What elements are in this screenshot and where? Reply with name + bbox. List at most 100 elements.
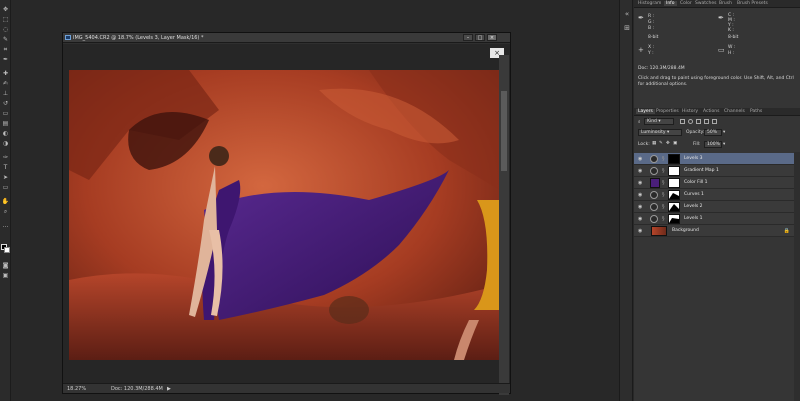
visibility-eye-icon[interactable]: ◉: [638, 216, 644, 222]
hand-tool-icon[interactable]: ✋: [2, 198, 9, 205]
layer-name[interactable]: Color Fill 1: [684, 180, 707, 185]
layer-name[interactable]: Curves 1: [684, 192, 704, 197]
fill-input[interactable]: 100%: [704, 141, 722, 148]
tab-brush-presets[interactable]: Brush Presets: [737, 1, 768, 6]
lasso-tool-icon[interactable]: ◌: [2, 26, 9, 33]
brush-tool-icon[interactable]: ✍: [2, 80, 9, 87]
path-select-tool-icon[interactable]: ➤: [2, 174, 9, 181]
opacity-input[interactable]: 50%: [704, 129, 722, 136]
eraser-tool-icon[interactable]: ▭: [2, 110, 9, 117]
gradient-tool-icon[interactable]: ▤: [2, 120, 9, 127]
layer-mask-thumbnail[interactable]: [668, 178, 680, 188]
pen-tool-icon[interactable]: ✑: [2, 154, 9, 161]
lock-all-icon[interactable]: ▣: [673, 141, 677, 146]
filter-kind-dropdown[interactable]: Kind ▾: [644, 118, 674, 125]
panel-icon-tool-presets[interactable]: ⊞: [623, 24, 631, 32]
tab-histogram[interactable]: Histogram: [638, 1, 661, 6]
blend-mode-dropdown[interactable]: Luminosity ▾: [638, 129, 682, 136]
layer-mask-thumbnail[interactable]: [668, 202, 680, 212]
filter-smart-object-icon[interactable]: [712, 119, 717, 124]
filter-shape-icon[interactable]: [704, 119, 709, 124]
dodge-tool-icon[interactable]: ◑: [2, 140, 9, 147]
layer-row-gradient-map-1[interactable]: ◉ § Gradient Map 1: [634, 165, 794, 177]
layer-mask-thumbnail[interactable]: [668, 166, 680, 176]
lock-position-icon[interactable]: ✥: [666, 141, 670, 146]
visibility-eye-icon[interactable]: ◉: [638, 180, 644, 186]
tab-color[interactable]: Color: [680, 1, 692, 6]
lock-image-icon[interactable]: ✎: [659, 141, 663, 146]
status-menu-arrow-icon[interactable]: ▶: [167, 386, 171, 392]
layer-row-levels-1[interactable]: ◉ § Levels 1: [634, 213, 794, 225]
restore-button[interactable]: □: [475, 34, 485, 41]
document-title-bar[interactable]: IMG_5404.CR2 @ 18.7% (Levels 3, Layer Ma…: [63, 33, 510, 43]
blur-tool-icon[interactable]: ◐: [2, 130, 9, 137]
crosshair-icon: +: [638, 46, 644, 54]
vertical-scrollbar-thumb[interactable]: [501, 91, 507, 171]
clone-stamp-tool-icon[interactable]: ⊥: [2, 90, 9, 97]
layer-name[interactable]: Gradient Map 1: [684, 168, 719, 173]
filter-pixel-icon[interactable]: [680, 119, 685, 124]
layer-mask-thumbnail[interactable]: [668, 190, 680, 200]
zoom-tool-icon[interactable]: ⌕: [2, 208, 9, 215]
tab-properties[interactable]: Properties: [656, 109, 679, 114]
type-tool-icon[interactable]: T: [2, 164, 9, 171]
tab-paths[interactable]: Paths: [750, 109, 762, 114]
visibility-eye-icon[interactable]: ◉: [638, 156, 644, 162]
healing-tool-icon[interactable]: ✚: [2, 70, 9, 77]
photo-canvas[interactable]: [69, 70, 500, 360]
layer-mask-thumbnail[interactable]: [668, 214, 680, 224]
quick-mask-icon[interactable]: ◙: [2, 262, 9, 269]
levels-adjustment-icon: [650, 155, 658, 163]
tab-layers[interactable]: Layers: [636, 109, 655, 114]
tab-channels[interactable]: Channels: [724, 109, 745, 114]
more-tools-icon[interactable]: …: [2, 222, 9, 229]
filter-type-icon[interactable]: [696, 119, 701, 124]
lock-transparent-icon[interactable]: ▦: [652, 141, 656, 146]
layers-scrollbar[interactable]: [794, 152, 800, 401]
canvas-area[interactable]: ×: [63, 44, 510, 395]
zoom-level[interactable]: 18.27%: [67, 386, 86, 392]
background-thumbnail[interactable]: [651, 226, 667, 236]
tab-brush[interactable]: Brush: [719, 1, 732, 6]
vertical-scrollbar[interactable]: [499, 55, 509, 395]
screen-mode-icon[interactable]: ▣: [2, 272, 9, 279]
tab-swatches[interactable]: Swatches: [695, 1, 717, 6]
layer-row-color-fill-1[interactable]: ◉ § Color Fill 1: [634, 177, 794, 189]
layer-row-background[interactable]: ◉ Background 🔒: [634, 225, 794, 237]
close-window-button[interactable]: ×: [487, 34, 497, 41]
history-brush-tool-icon[interactable]: ↺: [2, 100, 9, 107]
tab-history[interactable]: History: [682, 109, 698, 114]
visibility-eye-icon[interactable]: ◉: [638, 168, 644, 174]
info-r-label: R :: [648, 14, 655, 19]
layer-row-levels-2[interactable]: ◉ § Levels 2: [634, 201, 794, 213]
layers-tabbar: Layers Properties History Actions Channe…: [634, 108, 800, 116]
move-tool-icon[interactable]: ✥: [2, 6, 9, 13]
layer-name[interactable]: Background: [672, 228, 699, 233]
document-size-info[interactable]: Doc: 120.3M/288.4M: [111, 386, 163, 392]
shape-tool-icon[interactable]: ▭: [2, 184, 9, 191]
crop-tool-icon[interactable]: ⌗: [2, 46, 9, 53]
tab-info[interactable]: Info: [664, 1, 677, 6]
visibility-eye-icon[interactable]: ◉: [638, 204, 644, 210]
visibility-eye-icon[interactable]: ◉: [638, 192, 644, 198]
layer-row-levels-3[interactable]: ◉ § Levels 3: [634, 153, 794, 165]
eyedropper-tool-icon[interactable]: ✒: [2, 56, 9, 63]
opacity-slider-arrow-icon[interactable]: ▾: [723, 130, 725, 135]
dock-expand-icon[interactable]: «: [623, 10, 631, 18]
quick-select-tool-icon[interactable]: ✎: [2, 36, 9, 43]
filter-adjustment-icon[interactable]: [688, 119, 693, 124]
color-fill-swatch[interactable]: [650, 178, 660, 188]
marquee-tool-icon[interactable]: ⬚: [2, 16, 9, 23]
layer-name[interactable]: Levels 3: [684, 156, 703, 161]
background-color-swatch[interactable]: [4, 247, 10, 253]
info-k-label: K :: [728, 28, 734, 33]
layer-mask-thumbnail[interactable]: [668, 154, 680, 164]
minimize-button[interactable]: –: [463, 34, 473, 41]
visibility-eye-icon[interactable]: ◉: [638, 228, 644, 234]
fill-slider-arrow-icon[interactable]: ▾: [723, 142, 725, 147]
photoshop-doc-icon: [65, 35, 71, 40]
layer-name[interactable]: Levels 2: [684, 204, 703, 209]
tab-actions[interactable]: Actions: [703, 109, 719, 114]
layer-name[interactable]: Levels 1: [684, 216, 703, 221]
layer-row-curves-1[interactable]: ◉ § Curves 1: [634, 189, 794, 201]
